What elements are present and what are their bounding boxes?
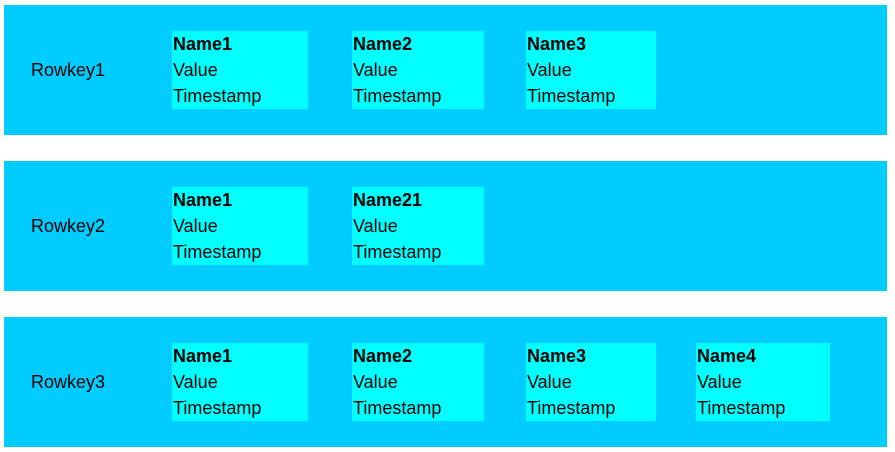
cell-name: Name3 xyxy=(527,346,587,366)
row-rowkey2: Rowkey2 Name1 Value Timestamp Name21 Val… xyxy=(4,161,887,291)
cell-name: Name2 xyxy=(353,346,413,366)
cell-box: Name2 Value Timestamp xyxy=(352,31,484,109)
cell-box: Name1 Value Timestamp xyxy=(172,187,308,265)
cell-timestamp: Timestamp xyxy=(173,398,262,418)
cell-value: Value xyxy=(173,216,218,236)
cell-value: Value xyxy=(353,216,398,236)
cell-value: Value xyxy=(527,372,572,392)
cell-name: Name4 xyxy=(697,346,757,366)
cell-timestamp: Timestamp xyxy=(527,398,616,418)
cell-name: Name2 xyxy=(353,34,413,54)
cell-value: Value xyxy=(173,60,218,80)
rowkey-label: Rowkey3 xyxy=(31,372,106,392)
cell-box: Name21 Value Timestamp xyxy=(352,187,484,265)
cell-timestamp: Timestamp xyxy=(527,86,616,106)
cell-name: Name21 xyxy=(353,190,423,210)
cell-timestamp: Timestamp xyxy=(353,398,442,418)
rowkey-label: Rowkey2 xyxy=(31,216,106,236)
row-rowkey1: Rowkey1 Name1 Value Timestamp Name2 Valu… xyxy=(4,5,887,135)
cell-value: Value xyxy=(353,60,398,80)
cell-value: Value xyxy=(173,372,218,392)
cell-timestamp: Timestamp xyxy=(353,86,442,106)
cell-timestamp: Timestamp xyxy=(353,242,442,262)
cell-timestamp: Timestamp xyxy=(697,398,786,418)
cell-box: Name3 Value Timestamp xyxy=(526,31,656,109)
cell-box: Name4 Value Timestamp xyxy=(696,343,830,421)
row-rowkey3: Rowkey3 Name1 Value Timestamp Name2 Valu… xyxy=(4,317,887,447)
cell-name: Name3 xyxy=(527,34,587,54)
cell-box: Name2 Value Timestamp xyxy=(352,343,484,421)
cell-name: Name1 xyxy=(173,34,233,54)
rowkey-label: Rowkey1 xyxy=(31,60,106,80)
cell-value: Value xyxy=(697,372,742,392)
cell-timestamp: Timestamp xyxy=(173,86,262,106)
cell-timestamp: Timestamp xyxy=(173,242,262,262)
cell-box: Name3 Value Timestamp xyxy=(526,343,656,421)
cell-box: Name1 Value Timestamp xyxy=(172,343,308,421)
cell-value: Value xyxy=(527,60,572,80)
cell-box: Name1 Value Timestamp xyxy=(172,31,308,109)
cell-name: Name1 xyxy=(173,190,233,210)
cell-value: Value xyxy=(353,372,398,392)
cell-name: Name1 xyxy=(173,346,233,366)
